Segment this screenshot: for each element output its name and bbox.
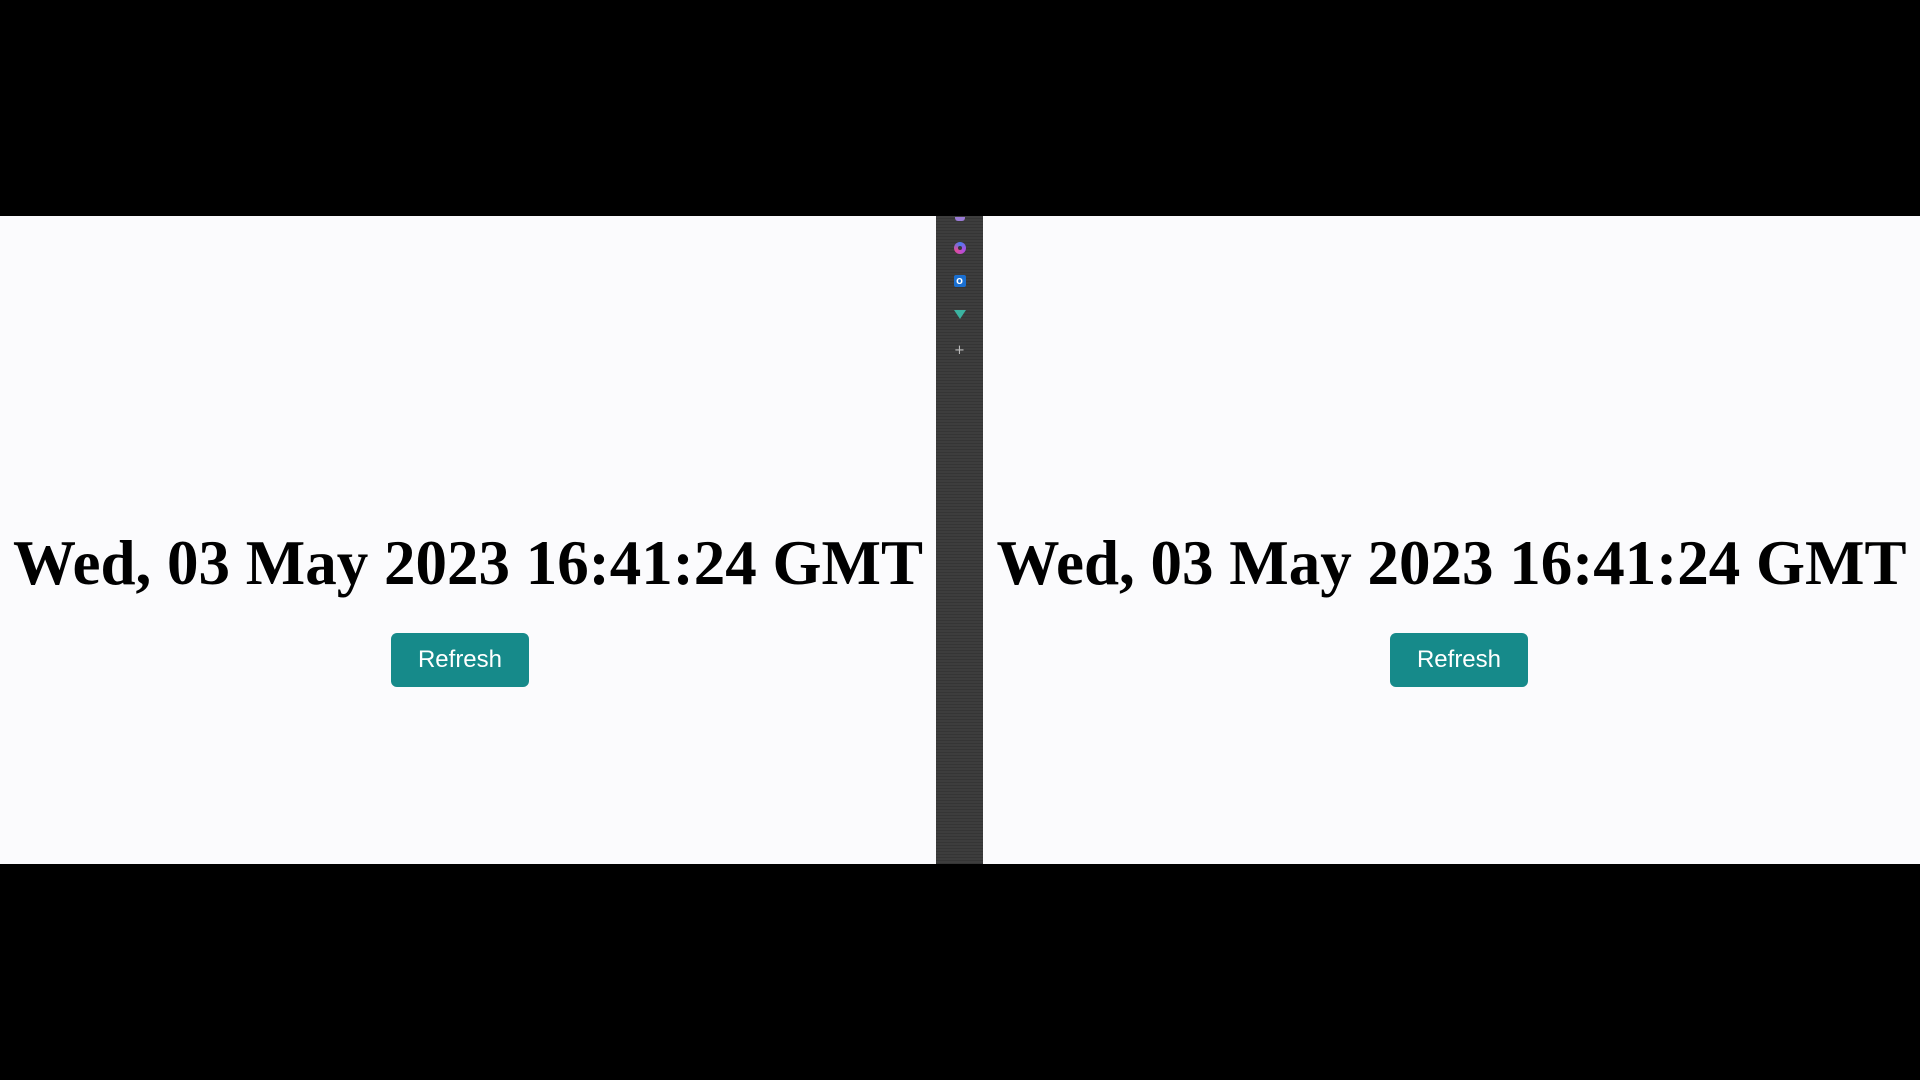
profile-icon[interactable] (954, 216, 966, 222)
date-heading: Wed, 03 May 2023 16:41:24 GMT (996, 528, 1907, 598)
copilot-icon[interactable] (953, 241, 967, 255)
letterbox-top (0, 0, 1920, 216)
drop-icon[interactable] (953, 307, 967, 321)
browser-sidebar: O + (936, 216, 983, 864)
left-browser-pane: Wed, 03 May 2023 16:41:24 GMT Refresh (0, 216, 936, 864)
date-heading: Wed, 03 May 2023 16:41:24 GMT (13, 528, 923, 598)
outlook-letter: O (953, 275, 966, 287)
add-icon[interactable]: + (953, 343, 967, 358)
letterbox-bottom (0, 864, 1920, 1080)
right-browser-pane: Wed, 03 May 2023 16:41:24 GMT Refresh (983, 216, 1920, 864)
refresh-button[interactable]: Refresh (1390, 633, 1528, 687)
refresh-button[interactable]: Refresh (391, 633, 529, 687)
outlook-icon[interactable]: O (953, 274, 967, 288)
